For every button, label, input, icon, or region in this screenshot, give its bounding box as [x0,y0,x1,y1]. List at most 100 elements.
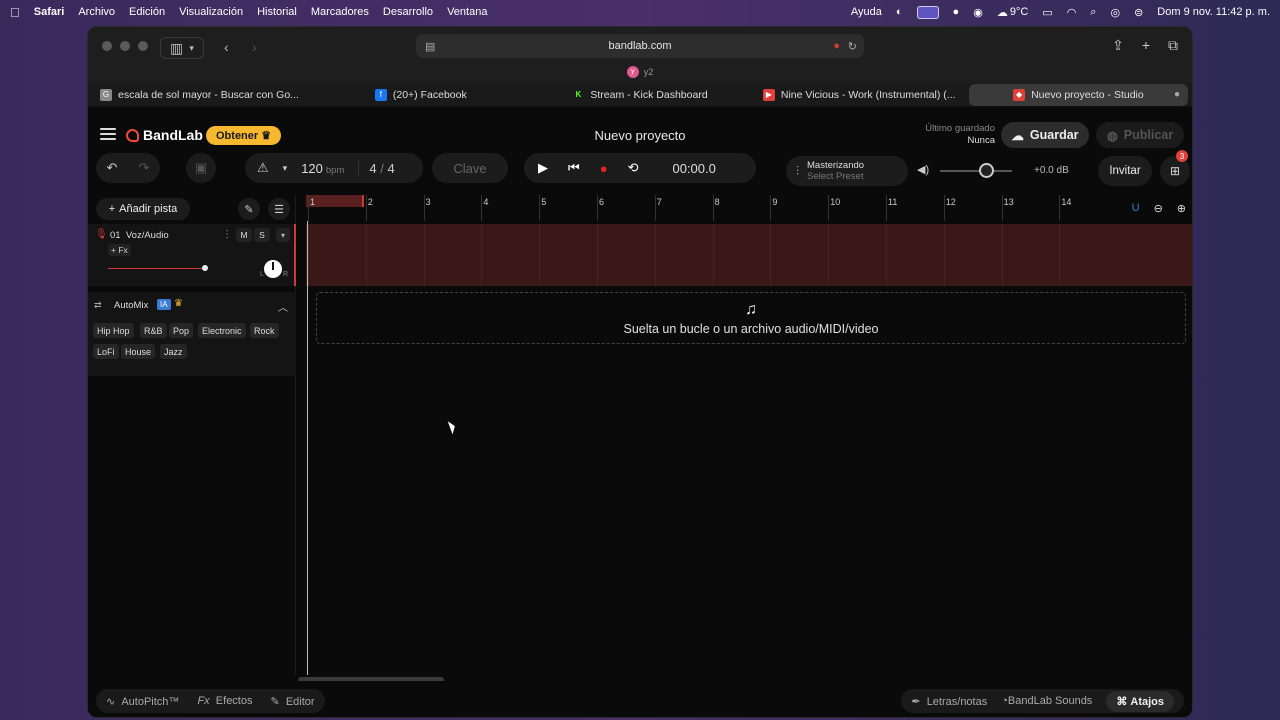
metronome-toggle-button[interactable]: ▣ [186,153,216,183]
timeline[interactable]: U ⊖ ⊕ 1 2 3 4 5 6 7 8 9 10 11 12 13 14 ♫ Suelta un bu… [298,195,1192,683]
redo-icon[interactable]: ↷ [139,160,150,176]
apple-icon[interactable]:  [10,5,20,20]
wifi-icon[interactable]: ◠ [1067,6,1077,19]
bandlab-sounds-button[interactable]: ◔BandLab Sounds [1001,695,1092,707]
undo-icon[interactable]: ↶ [107,160,118,176]
tab-facebook[interactable]: f (20+) Facebook [311,84,530,106]
speaker-icon[interactable]: ◀) [917,163,929,176]
track-volume-handle[interactable] [202,265,208,271]
siri-icon[interactable]: ◎ [1110,6,1120,19]
new-tab-icon[interactable]: + [1142,37,1150,54]
chevron-down-icon[interactable]: ▾ [283,163,288,174]
shortcuts-button[interactable]: ⌘ Atajos [1106,690,1174,712]
genre-hip-hop[interactable]: Hip Hop [93,323,134,338]
vpn-icon[interactable]: ◉ [973,6,983,19]
editor-button[interactable]: ✎ Editor [270,695,314,708]
chevron-up-icon[interactable]: ︿ [278,299,288,314]
sidebar-toggle-button[interactable]: ▥ ▾ [160,37,204,59]
battery-icon[interactable]: ▭ [1042,6,1052,19]
playhead[interactable] [307,221,308,675]
forward-button[interactable]: › [252,37,257,57]
tab-bandlab-studio[interactable]: ◆ Nuevo proyecto - Studio ● [968,83,1189,106]
time-signature[interactable]: 4 / 4 [358,160,395,176]
skip-back-icon[interactable]: ⏮ [568,160,580,176]
save-button[interactable]: ☁ Guardar [1001,122,1089,148]
lyrics-button[interactable]: ✒ Letras/notas [911,695,987,708]
snap-magnet-icon[interactable]: U [1132,202,1140,214]
genre-house[interactable]: House [121,344,156,359]
track-volume-slider[interactable] [108,268,204,269]
bpm-field[interactable]: 120 bpm [301,161,344,176]
menu-app-name[interactable]: Safari [34,6,65,18]
invite-button[interactable]: Invitar [1098,156,1152,186]
genre-lofi[interactable]: LoFi [93,344,119,359]
spotlight-search-icon[interactable]: ⌕ [1090,6,1096,19]
genre-jazz[interactable]: Jazz [160,344,187,359]
track-row[interactable]: 🎙 01 Voz/Audio + Fx ⋮ M S ▾ L R [88,224,296,286]
add-fx-button[interactable]: + Fx [108,244,131,256]
menu-visualizacion[interactable]: Visualización [179,6,243,18]
tab-youtube[interactable]: ▶ Nine Vicious - Work (Instrumental) (..… [750,84,969,106]
focus-icon[interactable]: ● [953,6,960,18]
menu-ventana[interactable]: Ventana [447,6,487,18]
master-volume-slider[interactable] [940,170,1012,172]
screen-sharing-icon[interactable]: ◐ [896,6,903,18]
weather-temp[interactable]: 9°C [1010,6,1028,18]
solo-button[interactable]: S [254,228,270,242]
effects-button[interactable]: Fx Efectos [197,695,252,707]
menu-ayuda[interactable]: Ayuda [851,6,882,18]
pencil-icon: ✎ [244,203,254,216]
favorite-icon[interactable]: y [626,66,639,78]
menu-historial[interactable]: Historial [257,6,297,18]
control-center-icon[interactable]: ⊜ [1134,6,1143,19]
publish-button[interactable]: ◍ Publicar [1096,122,1184,148]
genre-rnb[interactable]: R&B [140,323,167,338]
play-icon[interactable]: ▶ [538,160,548,176]
menu-archivo[interactable]: Archivo [78,6,115,18]
stage-manager-icon[interactable] [916,5,939,19]
favorite-label[interactable]: y2 [644,67,654,77]
genre-rock[interactable]: Rock [250,323,279,338]
zoom-out-icon[interactable]: ⊖ [1154,202,1163,215]
menubar-clock[interactable]: Dom 9 nov. 11:42 p. m. [1157,6,1270,18]
track-name[interactable]: 01 Voz/Audio [110,230,169,241]
close-window-button[interactable] [102,41,112,51]
zoom-in-icon[interactable]: ⊕ [1177,202,1186,215]
key-button[interactable]: Clave [432,153,508,183]
metronome-icon[interactable]: ⚠ [257,160,269,176]
track-lane[interactable] [306,224,1192,286]
record-icon[interactable]: ● [600,161,608,176]
add-track-button[interactable]: + Añadir pista [96,198,190,220]
genre-electronic[interactable]: Electronic [198,323,246,338]
automix-icon: ⇄ [94,300,102,310]
pan-knob[interactable] [264,260,282,278]
page-settings-icon[interactable]: ▤ [425,40,435,53]
tab-kick[interactable]: K Stream - Kick Dashboard [530,84,749,106]
menu-marcadores[interactable]: Marcadores [311,6,369,18]
autopitch-button[interactable]: ∿ AutoPitch™ [106,695,179,708]
tab-overview-icon[interactable]: ⧉ [1168,37,1178,54]
pencil-tool-button[interactable]: ✎ [238,198,260,220]
minimize-window-button[interactable] [120,41,130,51]
address-bar[interactable]: ▤ bandlab.com ● ↻ [416,34,864,58]
menu-edicion[interactable]: Edición [129,6,165,18]
drop-zone[interactable]: ♫ Suelta un bucle o un archivo audio/MID… [316,292,1186,344]
microphone-icon[interactable]: ● [1174,89,1180,100]
reload-icon[interactable]: ↻ [848,40,857,53]
genre-pop[interactable]: Pop [169,323,194,338]
tab-google[interactable]: G escala de sol mayor - Buscar con Go... [92,84,311,106]
weather-icon[interactable]: ☁ [997,6,1008,19]
more-options-icon[interactable]: ⋮ [222,229,232,240]
timeline-ruler[interactable]: U ⊖ ⊕ 1 2 3 4 5 6 7 8 9 10 11 12 13 14 [298,195,1192,221]
back-button[interactable]: ‹ [224,37,229,57]
loop-icon[interactable]: ⟲ [628,160,639,176]
mastering-button[interactable]: ⫶ Masterizando Select Preset [786,156,908,186]
mixer-settings-button[interactable]: ☰ [268,198,290,220]
zoom-window-button[interactable] [138,41,148,51]
share-icon[interactable]: ⇪ [1112,37,1124,54]
mute-button[interactable]: M [236,228,252,242]
chevron-down-icon[interactable]: ▾ [276,228,290,242]
menu-desarrollo[interactable]: Desarrollo [383,6,433,18]
microphone-icon[interactable]: ● [833,40,840,52]
master-volume-knob[interactable] [979,163,994,178]
